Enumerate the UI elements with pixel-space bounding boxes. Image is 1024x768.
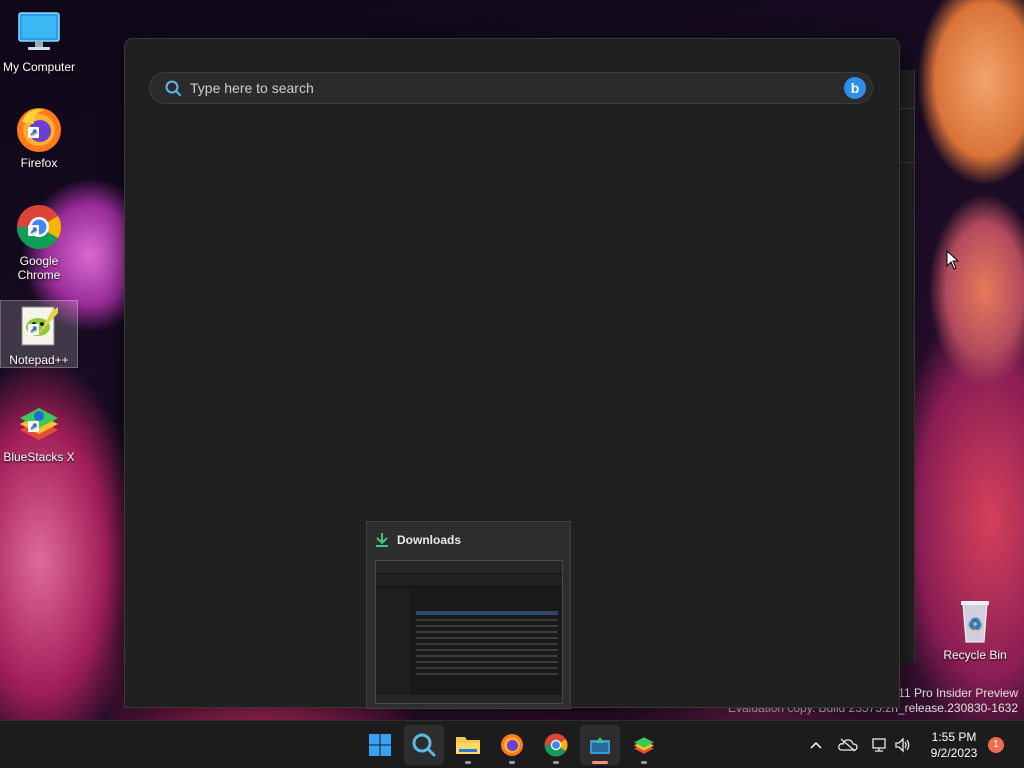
desktop-icon-label: Firefox [20,156,58,170]
bluestacks-icon: ↗ [14,398,64,448]
search-icon [165,80,181,96]
taskbar: 1:55 PM 9/2/2023 1 [0,720,1024,768]
chrome-icon: ↗ [14,202,64,252]
taskbar-clock[interactable]: 1:55 PM 9/2/2023 [922,729,986,761]
show-hidden-icons-chevron-icon[interactable] [806,735,826,755]
chrome-icon [544,733,568,757]
download-icon [376,533,388,547]
search-input[interactable] [190,80,844,96]
taskbar-chrome[interactable] [536,725,576,765]
shortcut-arrow-icon: ↗ [28,225,39,236]
taskbar-firefox[interactable] [492,725,532,765]
desktop-icon-label: Google Chrome [17,254,61,282]
taskbar-search-button[interactable] [404,725,444,765]
desktop-icon-label: Recycle Bin [943,648,1007,662]
taskbar-start-button[interactable] [360,725,400,765]
taskbar-bluestacks[interactable] [624,725,664,765]
clock-time: 1:55 PM [931,730,977,744]
folder-icon [456,737,480,754]
onedrive-offline-icon[interactable] [838,735,858,755]
svg-text:♻: ♻ [968,614,982,633]
desktop-icon-my-computer[interactable]: My Computer [1,8,77,74]
desktop-icon-firefox[interactable]: ↗ Firefox [1,104,77,170]
search-icon [412,733,436,757]
desktop-icon-google-chrome[interactable]: ↗ Google Chrome [1,202,77,282]
desktop-icon-bluestacks-x[interactable]: ↗ BlueStacks X [1,398,77,464]
shortcut-arrow-icon: ↗ [28,421,39,432]
bing-icon[interactable]: b [844,77,866,99]
search-box[interactable]: b [149,72,873,104]
shortcut-arrow-icon: ↗ [28,127,39,138]
notepad-plus-plus-icon: ↗ [14,301,64,351]
app-window-icon [590,737,610,754]
downloads-window-thumbnail[interactable]: Downloads [366,521,571,709]
monitor-icon [14,8,64,58]
windows-logo-icon [369,734,391,756]
taskbar-file-explorer[interactable] [448,725,488,765]
thumbnail-title: Downloads [397,533,462,547]
desktop-icon-label: BlueStacks X [3,450,75,464]
desktop: My Computer ↗ Firefox ↗ Google Chrome ↗ … [0,0,1024,768]
taskbar-downloads-app[interactable] [580,725,620,765]
notification-badge[interactable]: 1 [988,737,1004,753]
mouse-cursor-icon [946,250,960,270]
volume-icon[interactable] [893,735,913,755]
window-preview-image [375,560,563,704]
clock-date: 9/2/2023 [930,746,978,760]
recycle-bin-icon: ♻ [950,596,1000,646]
desktop-icon-recycle-bin[interactable]: ♻ Recycle Bin [937,596,1013,662]
network-icon[interactable] [870,735,890,755]
firefox-icon [501,734,523,756]
desktop-icon-label: My Computer [2,60,76,74]
bluestacks-icon [634,737,654,754]
desktop-icon-notepad-plus-plus[interactable]: ↗ Notepad++ [0,300,78,368]
desktop-icon-label: Notepad++ [9,353,69,367]
firefox-icon: ↗ [14,104,64,154]
shortcut-arrow-icon: ↗ [28,324,39,335]
